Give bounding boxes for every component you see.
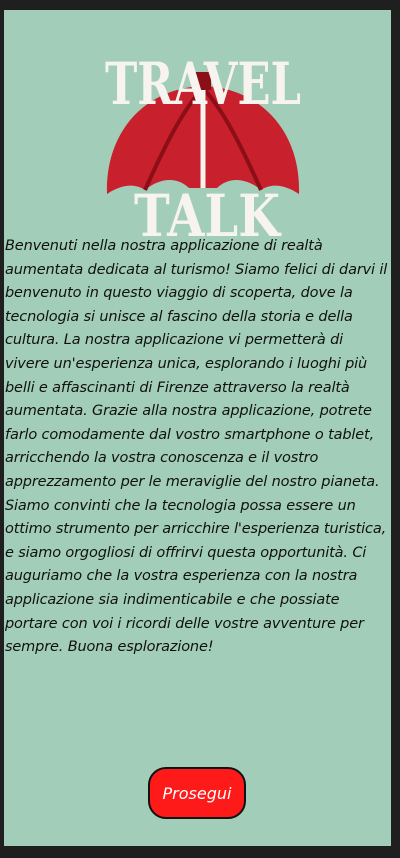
- continue-button[interactable]: Prosegui: [148, 767, 246, 819]
- welcome-text: Benvenuti nella nostra applicazione di r…: [5, 238, 388, 656]
- travel-talk-logo: TRAVEL TALK: [99, 32, 307, 244]
- welcome-panel: TRAVEL TALK Benvenuti nella nostra appli…: [4, 10, 391, 846]
- logo-word-travel: TRAVEL: [105, 50, 301, 118]
